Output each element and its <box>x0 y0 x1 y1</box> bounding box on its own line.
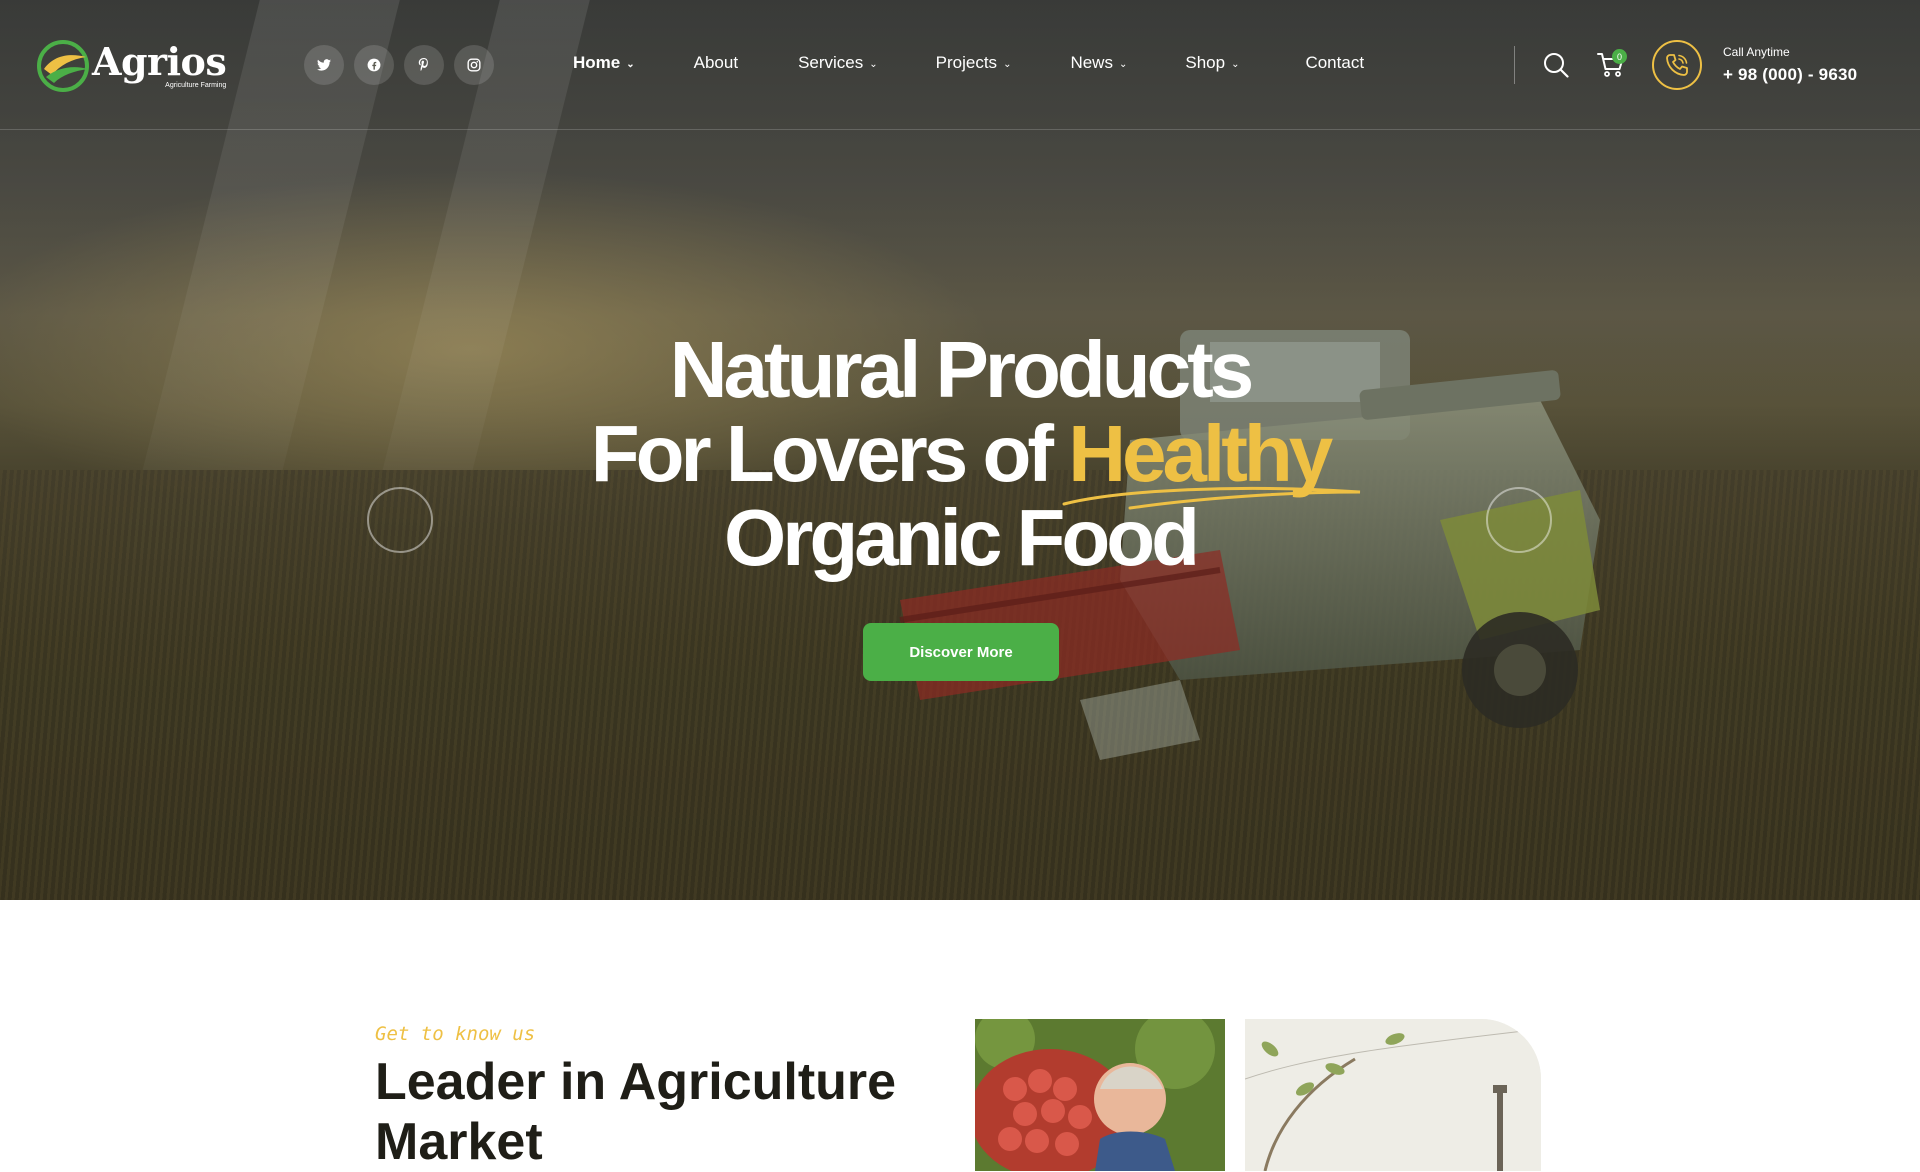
logo-icon <box>37 40 89 92</box>
header-divider <box>1514 46 1515 84</box>
chevron-down-icon: ⌄ <box>1231 58 1240 70</box>
nav-contact-label: Contact <box>1305 53 1365 72</box>
pinterest-icon[interactable] <box>404 45 444 85</box>
nav-services-label: Services <box>798 53 864 72</box>
nav-news-label: News <box>1070 53 1113 72</box>
social-links <box>304 45 494 85</box>
underline-swoosh <box>1062 486 1361 510</box>
site-header: Agrios Agriculture Farming Home ⌄ About … <box>0 0 1920 130</box>
nav-about-label: About <box>693 53 739 72</box>
chevron-down-icon: ⌄ <box>869 58 878 70</box>
site-logo[interactable]: Agrios Agriculture Farming <box>36 38 227 94</box>
nav-about[interactable]: About <box>694 53 738 73</box>
hero-title-accent: Healthy <box>1062 409 1361 510</box>
chevron-down-icon: ⌄ <box>1003 58 1012 70</box>
about-tagline: Get to know us <box>375 1023 536 1045</box>
cart-count-badge: 0 <box>1612 49 1627 64</box>
hero-title-line-2-prefix: For Lovers of <box>590 409 1069 498</box>
nav-news[interactable]: News ⌄ <box>1070 53 1127 73</box>
nav-projects[interactable]: Projects ⌄ <box>936 53 1012 73</box>
nav-contact[interactable]: Contact <box>1305 53 1364 73</box>
chevron-down-icon: ⌄ <box>1118 58 1128 70</box>
logo-name: Agrios <box>92 39 227 84</box>
nav-shop[interactable]: Shop ⌄ <box>1185 53 1239 73</box>
about-title: Leader in Agriculture Market <box>375 1053 897 1171</box>
nav-projects-label: Projects <box>935 53 998 72</box>
nav-services[interactable]: Services ⌄ <box>798 53 878 73</box>
hero-title-line-2: For Lovers of Healthy <box>0 409 1920 510</box>
phone-button[interactable] <box>1652 40 1702 90</box>
nav-home-label: Home <box>573 53 621 72</box>
farmer-apples-photo <box>975 1019 1225 1171</box>
nav-home[interactable]: Home ⌄ <box>573 53 635 73</box>
search-icon[interactable] <box>1543 52 1569 78</box>
discover-more-button[interactable]: Discover More <box>863 623 1059 681</box>
hero-title-line-3: Organic Food <box>724 493 1200 582</box>
facebook-icon[interactable] <box>354 45 394 85</box>
phone-icon <box>1666 54 1688 76</box>
hero-title: Natural Products For Lovers of Healthy O… <box>0 328 1920 580</box>
main-nav: Home ⌄ About Services ⌄ Projects ⌄ News … <box>573 53 1364 73</box>
twitter-icon[interactable] <box>304 45 344 85</box>
chevron-down-icon: ⌄ <box>626 58 635 70</box>
call-number[interactable]: + 98 (000) - 9630 <box>1723 65 1857 85</box>
orchard-photo <box>1245 1019 1541 1171</box>
call-label: Call Anytime <box>1723 45 1790 59</box>
hero-title-line-1: Natural Products <box>669 325 1255 414</box>
nav-shop-label: Shop <box>1185 53 1226 72</box>
instagram-icon[interactable] <box>454 45 494 85</box>
